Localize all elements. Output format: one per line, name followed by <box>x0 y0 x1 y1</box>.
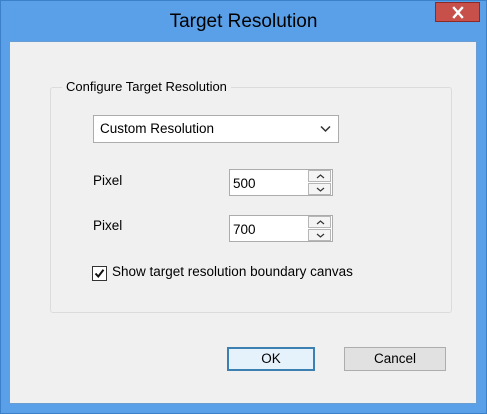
window-title: Target Resolution <box>169 11 318 32</box>
group-legend: Configure Target Resolution <box>62 79 231 95</box>
width-stepper[interactable]: 500 <box>229 169 333 196</box>
height-stepper-buttons <box>308 216 332 241</box>
height-increment-button[interactable] <box>308 216 331 228</box>
title-bar[interactable]: Target Resolution <box>1 1 486 41</box>
height-decrement-button[interactable] <box>308 229 331 241</box>
boundary-checkbox[interactable] <box>92 266 107 281</box>
cancel-button[interactable]: Cancel <box>344 347 446 371</box>
width-input[interactable]: 500 <box>233 170 256 197</box>
height-label: Pixel <box>93 218 123 233</box>
resolution-dropdown[interactable]: Custom Resolution <box>93 115 339 143</box>
dialog-window: Target Resolution Configure Target Resol… <box>0 0 487 414</box>
chevron-down-icon <box>316 187 325 192</box>
close-icon <box>452 6 464 19</box>
boundary-checkbox-label[interactable]: Show target resolution boundary canvas <box>112 264 353 279</box>
width-decrement-button[interactable] <box>308 183 331 195</box>
close-button[interactable] <box>435 2 480 22</box>
chevron-up-icon <box>316 220 325 225</box>
width-label: Pixel <box>93 173 123 188</box>
chevron-down-icon <box>320 125 331 133</box>
resolution-dropdown-value: Custom Resolution <box>100 121 215 136</box>
chevron-down-icon <box>316 233 325 238</box>
height-stepper[interactable]: 700 <box>229 215 333 242</box>
width-stepper-buttons <box>308 170 332 195</box>
dialog-body: Configure Target Resolution Custom Resol… <box>9 41 477 404</box>
checkmark-icon <box>94 269 105 279</box>
configure-resolution-group: Configure Target Resolution Custom Resol… <box>50 79 452 313</box>
height-input[interactable]: 700 <box>233 216 256 243</box>
chevron-up-icon <box>316 174 325 179</box>
width-increment-button[interactable] <box>308 170 331 182</box>
ok-button[interactable]: OK <box>227 347 315 371</box>
